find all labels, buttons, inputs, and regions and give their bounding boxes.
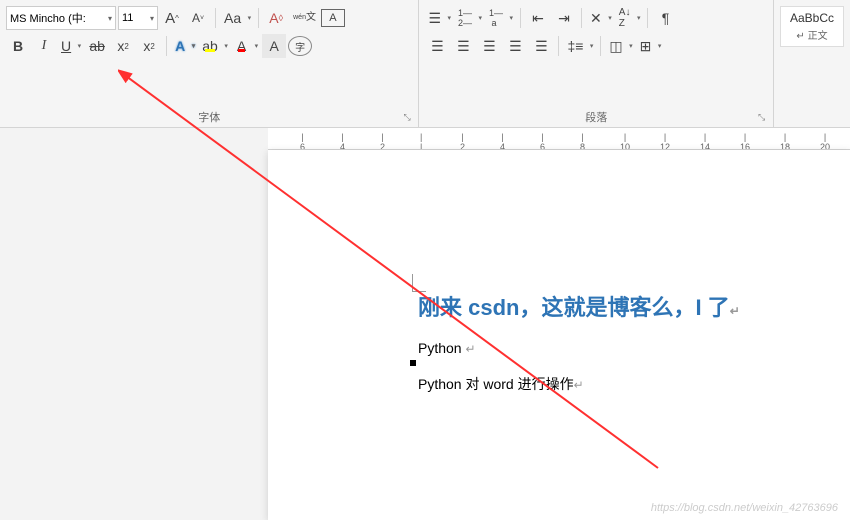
document-page[interactable]: 刚来 csdn，这就是博客么，I 了↵ Python ↵ Python 对 wo… <box>268 150 850 520</box>
paragraph-group-label: 段落 <box>425 105 767 125</box>
numbering-button[interactable]: 1—2— <box>455 6 484 30</box>
cursor-indicator <box>412 274 426 292</box>
shrink-font-button[interactable]: A˅ <box>186 6 210 30</box>
bullet-marker <box>410 360 416 366</box>
multilevel-button[interactable]: 1— a <box>486 6 515 30</box>
ribbon: MS Mincho (中:▾ 11▾ A^ A˅ Aa A◊ wén文 A B … <box>0 0 850 128</box>
align-justify-button[interactable]: ☰ <box>503 34 527 58</box>
sort-button[interactable]: A↓Z <box>616 6 643 30</box>
line-spacing-button[interactable]: ‡≡ <box>564 34 595 58</box>
borders-button[interactable]: ⊞ <box>637 34 664 58</box>
font-group-label: 字体 <box>6 105 412 125</box>
grow-font-button[interactable]: A^ <box>160 6 184 30</box>
change-case-button[interactable]: Aa <box>221 6 253 30</box>
char-border-button[interactable]: A <box>321 9 345 27</box>
underline-button[interactable]: U <box>58 34 83 58</box>
document-line-2[interactable]: Python 对 word 进行操作↵ <box>418 374 820 394</box>
font-color-button[interactable]: A <box>232 34 260 58</box>
char-shading-button[interactable]: A <box>262 34 286 58</box>
align-right-button[interactable]: ☰ <box>477 34 501 58</box>
style-preview: AaBbCc <box>789 11 835 25</box>
enclose-char-button[interactable]: 字 <box>288 36 312 56</box>
para-dialog-launcher[interactable]: ⤡ <box>758 112 770 124</box>
bullets-button[interactable]: ☰ <box>425 6 453 30</box>
document-title[interactable]: 刚来 csdn，这就是博客么，I 了↵ <box>418 290 820 322</box>
style-name: ↵ 正文 <box>789 27 835 42</box>
align-distribute-button[interactable]: ☰ <box>529 34 553 58</box>
strikethrough-button[interactable]: ab <box>85 34 109 58</box>
bold-button[interactable]: B <box>6 34 30 58</box>
highlight-button[interactable]: ab <box>199 34 230 58</box>
font-group: MS Mincho (中:▾ 11▾ A^ A˅ Aa A◊ wén文 A B … <box>0 0 419 127</box>
clear-format-button[interactable]: A◊ <box>264 6 288 30</box>
shading-button[interactable]: ◫ <box>606 34 634 58</box>
style-normal[interactable]: AaBbCc ↵ 正文 <box>780 6 844 47</box>
show-marks-button[interactable]: ¶ <box>653 6 677 30</box>
paragraph-group: ☰ 1—2— 1— a ⇤ ⇥ ✕ A↓Z ¶ ☰ ☰ ☰ ☰ ☰ ‡≡ ◫ ⊞… <box>419 0 774 127</box>
horizontal-ruler[interactable]: |8||6||4||2||||2||4||6||8||10||12||14||1… <box>268 128 850 150</box>
superscript-button[interactable]: x2 <box>137 34 161 58</box>
styles-group: AaBbCc ↵ 正文 <box>774 0 850 127</box>
subscript-button[interactable]: x2 <box>111 34 135 58</box>
ltr-button[interactable]: ✕ <box>587 6 614 30</box>
font-dialog-launcher[interactable]: ⤡ <box>403 112 415 124</box>
align-left-button[interactable]: ☰ <box>425 34 449 58</box>
align-center-button[interactable]: ☰ <box>451 34 475 58</box>
font-name-select[interactable]: MS Mincho (中:▾ <box>6 6 116 30</box>
decrease-indent-button[interactable]: ⇤ <box>526 6 550 30</box>
document-line-1[interactable]: Python ↵ <box>418 340 820 356</box>
text-effects-button[interactable]: A <box>172 34 197 58</box>
watermark: https://blog.csdn.net/weixin_42763696 <box>651 502 838 514</box>
font-size-select[interactable]: 11▾ <box>118 6 158 30</box>
increase-indent-button[interactable]: ⇥ <box>552 6 576 30</box>
italic-button[interactable]: I <box>32 34 56 58</box>
phonetic-button[interactable]: wén文 <box>290 6 319 30</box>
